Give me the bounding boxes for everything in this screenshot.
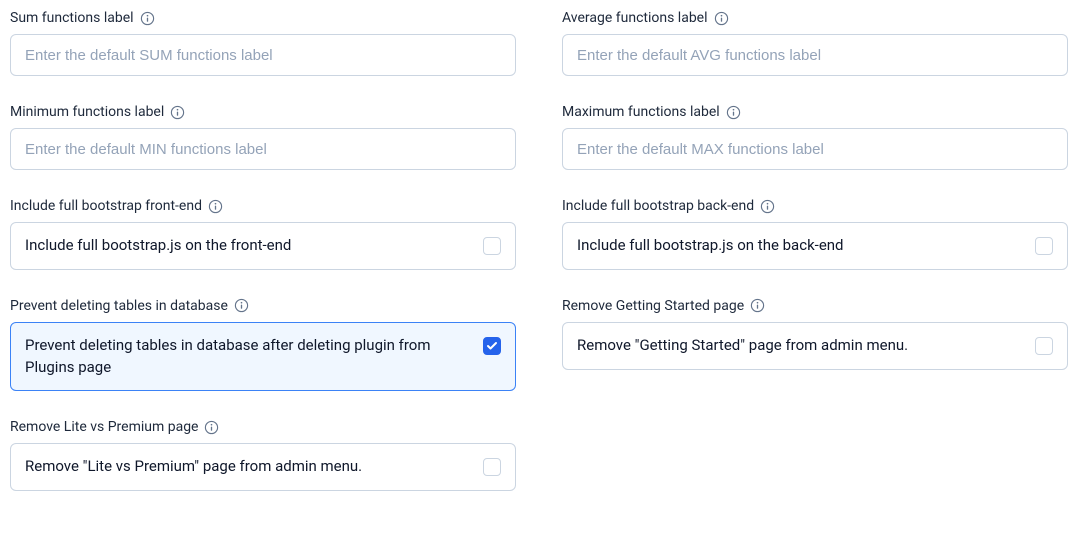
info-icon[interactable] bbox=[140, 11, 155, 26]
label-bootstrap-back: Include full bootstrap back-end bbox=[562, 198, 1068, 214]
label-avg: Average functions label bbox=[562, 10, 1068, 26]
label-text: Average functions label bbox=[562, 10, 708, 26]
label-text: Include full bootstrap front-end bbox=[10, 198, 202, 214]
checkbox[interactable] bbox=[1035, 237, 1053, 255]
field-remove-getting-started: Remove Getting Started page Remove "Gett… bbox=[562, 298, 1068, 392]
checkbox[interactable] bbox=[483, 237, 501, 255]
label-text: Remove Getting Started page bbox=[562, 298, 744, 314]
option-label: Remove "Lite vs Premium" page from admin… bbox=[25, 456, 362, 478]
option-label: Prevent deleting tables in database afte… bbox=[25, 335, 467, 379]
field-bootstrap-back: Include full bootstrap back-end Include … bbox=[562, 198, 1068, 270]
field-sum: Sum functions label bbox=[10, 10, 516, 76]
label-bootstrap-front: Include full bootstrap front-end bbox=[10, 198, 516, 214]
checkbox[interactable] bbox=[483, 458, 501, 476]
input-max[interactable] bbox=[562, 128, 1068, 170]
input-sum[interactable] bbox=[10, 34, 516, 76]
label-prevent-delete: Prevent deleting tables in database bbox=[10, 298, 516, 314]
option-bootstrap-front[interactable]: Include full bootstrap.js on the front-e… bbox=[10, 222, 516, 270]
label-sum: Sum functions label bbox=[10, 10, 516, 26]
info-icon[interactable] bbox=[170, 105, 185, 120]
info-icon[interactable] bbox=[726, 105, 741, 120]
info-icon[interactable] bbox=[714, 11, 729, 26]
info-icon[interactable] bbox=[208, 199, 223, 214]
label-remove-lite-premium: Remove Lite vs Premium page bbox=[10, 419, 516, 435]
field-max: Maximum functions label bbox=[562, 104, 1068, 170]
field-avg: Average functions label bbox=[562, 10, 1068, 76]
label-text: Maximum functions label bbox=[562, 104, 720, 120]
checkbox[interactable] bbox=[1035, 337, 1053, 355]
option-prevent-delete[interactable]: Prevent deleting tables in database afte… bbox=[10, 322, 516, 392]
field-min: Minimum functions label bbox=[10, 104, 516, 170]
label-min: Minimum functions label bbox=[10, 104, 516, 120]
option-label: Remove "Getting Started" page from admin… bbox=[577, 335, 908, 357]
option-bootstrap-back[interactable]: Include full bootstrap.js on the back-en… bbox=[562, 222, 1068, 270]
label-max: Maximum functions label bbox=[562, 104, 1068, 120]
input-avg[interactable] bbox=[562, 34, 1068, 76]
option-label: Include full bootstrap.js on the back-en… bbox=[577, 235, 844, 257]
label-remove-getting-started: Remove Getting Started page bbox=[562, 298, 1068, 314]
field-remove-lite-premium: Remove Lite vs Premium page Remove "Lite… bbox=[10, 419, 516, 491]
info-icon[interactable] bbox=[234, 298, 249, 313]
option-remove-lite-premium[interactable]: Remove "Lite vs Premium" page from admin… bbox=[10, 443, 516, 491]
field-bootstrap-front: Include full bootstrap front-end Include… bbox=[10, 198, 516, 270]
label-text: Minimum functions label bbox=[10, 104, 164, 120]
info-icon[interactable] bbox=[760, 199, 775, 214]
info-icon[interactable] bbox=[204, 420, 219, 435]
label-text: Sum functions label bbox=[10, 10, 134, 26]
label-text: Remove Lite vs Premium page bbox=[10, 419, 198, 435]
input-min[interactable] bbox=[10, 128, 516, 170]
field-prevent-delete: Prevent deleting tables in database Prev… bbox=[10, 298, 516, 392]
option-remove-getting-started[interactable]: Remove "Getting Started" page from admin… bbox=[562, 322, 1068, 370]
option-label: Include full bootstrap.js on the front-e… bbox=[25, 235, 291, 257]
info-icon[interactable] bbox=[750, 298, 765, 313]
label-text: Include full bootstrap back-end bbox=[562, 198, 754, 214]
checkbox[interactable] bbox=[483, 337, 501, 355]
label-text: Prevent deleting tables in database bbox=[10, 298, 228, 314]
